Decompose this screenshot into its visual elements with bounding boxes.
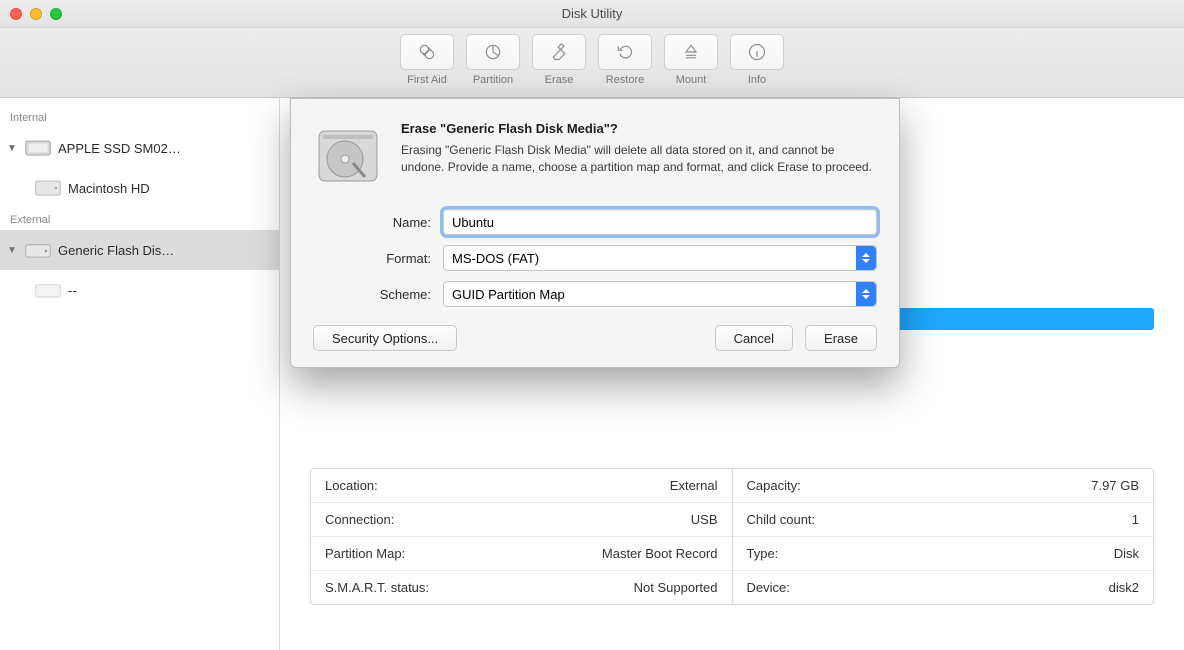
sidebar-item-label: APPLE SSD SM02… — [58, 141, 181, 156]
first-aid-icon — [417, 42, 437, 62]
scheme-value: GUID Partition Map — [452, 287, 565, 302]
format-select[interactable]: MS-DOS (FAT) — [443, 245, 877, 271]
erase-button[interactable]: Erase — [805, 325, 877, 351]
cancel-button[interactable]: Cancel — [715, 325, 793, 351]
external-drive-icon — [24, 239, 52, 261]
info-row-device: Device:disk2 — [733, 571, 1154, 604]
toolbar-label: Restore — [606, 74, 645, 86]
chevron-down-icon[interactable]: ▼ — [6, 143, 18, 154]
toolbar-item-erase[interactable]: Erase — [532, 34, 586, 86]
dialog-heading: Erase "Generic Flash Disk Media"? — [401, 121, 877, 136]
format-value: MS-DOS (FAT) — [452, 251, 539, 266]
info-row-partition-map: Partition Map:Master Boot Record — [311, 537, 732, 571]
format-label: Format: — [313, 251, 443, 266]
scheme-select[interactable]: GUID Partition Map — [443, 281, 877, 307]
toolbar-label: Erase — [545, 74, 574, 86]
sidebar: Internal ▼ APPLE SSD SM02… Macintosh HD … — [0, 98, 280, 650]
sidebar-item-macintosh-hd[interactable]: Macintosh HD — [0, 168, 279, 208]
toolbar-item-mount[interactable]: Mount — [664, 34, 718, 86]
erase-icon — [549, 42, 569, 62]
partition-icon — [483, 42, 503, 62]
name-label: Name: — [313, 215, 443, 230]
window: Disk Utility First Aid Partition Erase R… — [0, 0, 1184, 650]
toolbar-label: Partition — [473, 74, 513, 86]
toolbar-label: Info — [748, 74, 766, 86]
info-icon — [747, 42, 767, 62]
hard-drive-icon — [313, 121, 383, 191]
restore-icon — [615, 42, 635, 62]
sidebar-item-label: -- — [68, 283, 77, 298]
info-row-location: Location:External — [311, 469, 732, 503]
minimize-icon[interactable] — [30, 8, 42, 20]
sidebar-item-generic-flash[interactable]: ▼ Generic Flash Dis… — [0, 230, 279, 270]
zoom-icon[interactable] — [50, 8, 62, 20]
sidebar-section-external: External — [0, 208, 279, 230]
toolbar-item-partition[interactable]: Partition — [466, 34, 520, 86]
sidebar-item-apple-ssd[interactable]: ▼ APPLE SSD SM02… — [0, 128, 279, 168]
volume-icon — [34, 279, 62, 301]
mount-icon — [681, 42, 701, 62]
info-row-smart: S.M.A.R.T. status:Not Supported — [311, 571, 732, 604]
scheme-label: Scheme: — [313, 287, 443, 302]
erase-dialog: Erase "Generic Flash Disk Media"? Erasin… — [290, 98, 900, 368]
toolbar-label: Mount — [676, 74, 707, 86]
toolbar: First Aid Partition Erase Restore Mount … — [0, 28, 1184, 98]
toolbar-label: First Aid — [407, 74, 447, 86]
titlebar: Disk Utility — [0, 0, 1184, 28]
window-title: Disk Utility — [0, 6, 1184, 21]
info-row-capacity: Capacity:7.97 GB — [733, 469, 1154, 503]
dialog-description: Erasing "Generic Flash Disk Media" will … — [401, 142, 877, 177]
sidebar-item-label: Generic Flash Dis… — [58, 243, 174, 258]
window-controls — [10, 8, 62, 20]
info-row-connection: Connection:USB — [311, 503, 732, 537]
info-table: Location:External Connection:USB Partiti… — [310, 468, 1154, 605]
name-input[interactable] — [443, 209, 877, 235]
security-options-button[interactable]: Security Options... — [313, 325, 457, 351]
stepper-icon — [856, 246, 876, 270]
toolbar-item-first-aid[interactable]: First Aid — [400, 34, 454, 86]
toolbar-item-info[interactable]: Info — [730, 34, 784, 86]
sidebar-item-label: Macintosh HD — [68, 181, 150, 196]
stepper-icon — [856, 282, 876, 306]
close-icon[interactable] — [10, 8, 22, 20]
sidebar-item-unnamed-volume[interactable]: -- — [0, 270, 279, 310]
toolbar-item-restore[interactable]: Restore — [598, 34, 652, 86]
info-row-type: Type:Disk — [733, 537, 1154, 571]
volume-icon — [34, 177, 62, 199]
sidebar-section-internal: Internal — [0, 106, 279, 128]
info-row-child-count: Child count:1 — [733, 503, 1154, 537]
internal-drive-icon — [24, 137, 52, 159]
chevron-down-icon[interactable]: ▼ — [6, 245, 18, 256]
